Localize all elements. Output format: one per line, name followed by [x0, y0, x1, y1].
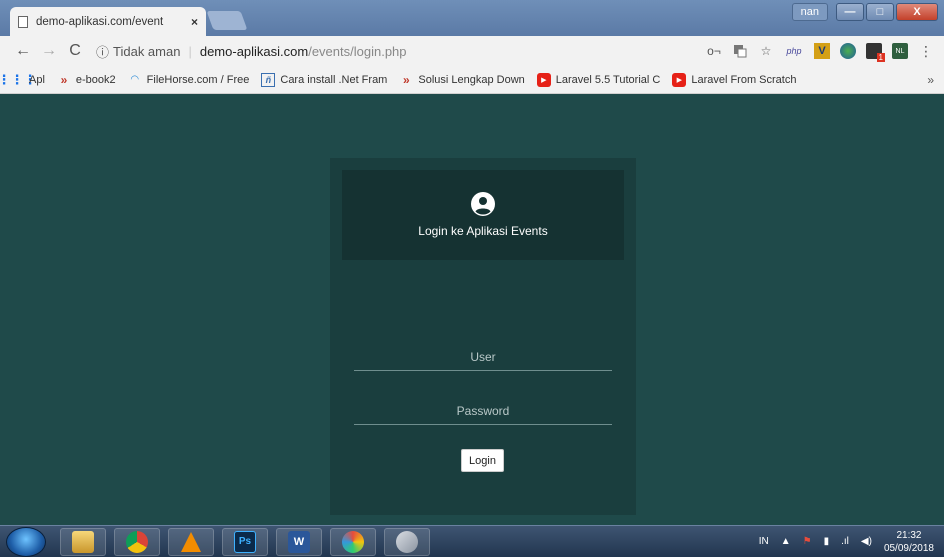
nl-icon[interactable]: NL	[892, 43, 908, 59]
user-input[interactable]	[354, 343, 612, 371]
chrome-icon	[126, 530, 148, 553]
explorer-icon	[72, 530, 94, 553]
reload-button[interactable]: C	[62, 42, 88, 60]
filehorse-icon: ◠	[130, 74, 139, 85]
taskbar-vlc[interactable]	[168, 527, 214, 556]
youtube-icon: ▶	[536, 72, 551, 87]
extension-badge: 1	[876, 53, 885, 62]
clock-time: 21:32	[896, 529, 922, 541]
security-label: Tidak aman	[113, 43, 181, 59]
system-tray: IN ▲ ⚑ ▮ .ıl ◀) 21:32 05/09/2018	[759, 529, 944, 555]
password-input[interactable]	[354, 397, 612, 425]
bookmark-label: FileHorse.com / Free	[146, 73, 250, 86]
youtube-icon: ▶	[672, 72, 687, 87]
tab-title: demo-aplikasi.com/event	[36, 15, 164, 28]
translate-icon[interactable]	[732, 43, 748, 59]
bookmark-net-framework[interactable]: ñ Cara install .Net Fram	[261, 72, 388, 87]
php-icon[interactable]: php	[784, 43, 804, 59]
paint-icon	[342, 530, 364, 553]
forward-button[interactable]: →	[36, 42, 62, 60]
bookmarks-bar: ⋮⋮⋮ Apl » e-book2 ◠ FileHorse.com / Free ñC…	[0, 66, 944, 94]
chevron-icon: »	[60, 72, 68, 87]
user-circle-icon	[471, 192, 495, 216]
box-icon: ñ	[261, 72, 276, 87]
page-content: Login ke Aplikasi Events Login	[0, 95, 944, 525]
taskbar-word[interactable]: W	[276, 527, 322, 556]
maximize-button[interactable]: □	[866, 3, 894, 21]
login-card-header: Login ke Aplikasi Events	[342, 170, 624, 260]
v-extension-icon[interactable]: V	[814, 43, 830, 59]
url-path: /events/login.php	[308, 43, 407, 59]
tab-close-button[interactable]: ×	[191, 15, 198, 29]
clock-date: 05/09/2018	[883, 542, 934, 554]
taskbar-paint[interactable]	[330, 527, 376, 556]
bookmark-label: Laravel 5.5 Tutorial C	[555, 73, 661, 86]
login-button[interactable]: Login	[461, 449, 504, 472]
bookmark-laravel-tutorial[interactable]: ▶ Laravel 5.5 Tutorial C	[536, 72, 661, 87]
toolbar-icons: o¬ ☆ php V 1 NL ⋮	[706, 43, 934, 62]
browser-titlebar: demo-aplikasi.com/event × nan — □ X	[0, 0, 944, 36]
window-controls: nan — □ X	[791, 3, 938, 21]
apps-grid-icon: ⋮⋮⋮	[0, 71, 37, 87]
action-center-icon[interactable]: ⚑	[803, 536, 812, 547]
bookmark-laravel-scratch[interactable]: ▶ Laravel From Scratch	[672, 72, 797, 87]
taskbar-chrome[interactable]	[114, 527, 160, 556]
taskbar-snipping-tool[interactable]	[384, 527, 430, 556]
photoshop-icon: Ps	[234, 530, 256, 553]
info-icon[interactable]: ⓘ	[96, 42, 109, 61]
browser-tab[interactable]: demo-aplikasi.com/event ×	[10, 7, 206, 36]
taskbar-apps: Ps W	[60, 527, 430, 556]
bookmark-label: Apl	[29, 73, 45, 86]
menu-icon[interactable]: ⋮	[918, 43, 934, 59]
bookmark-label: Laravel From Scratch	[691, 73, 797, 86]
battery-icon[interactable]: ▮	[824, 536, 830, 547]
document-icon	[18, 15, 28, 28]
star-icon[interactable]: ☆	[758, 43, 774, 59]
url-host: demo-aplikasi.com	[199, 43, 309, 59]
address-separator: |	[188, 43, 192, 59]
bookmarks-more-button[interactable]: »	[927, 73, 934, 87]
extension-icon[interactable]: 1	[866, 43, 885, 62]
word-icon: W	[288, 530, 310, 553]
profile-button[interactable]: nan	[791, 3, 828, 21]
new-tab-button[interactable]	[206, 11, 248, 30]
bookmark-label: e-book2	[75, 73, 116, 86]
back-button[interactable]: ←	[10, 42, 36, 60]
bookmark-filehorse[interactable]: ◠ FileHorse.com / Free	[128, 73, 250, 87]
volume-icon[interactable]: ◀)	[861, 536, 872, 547]
signal-icon[interactable]: .ıl	[841, 536, 849, 547]
vlc-icon	[181, 531, 201, 552]
close-window-button[interactable]: X	[896, 3, 938, 21]
minimize-button[interactable]: —	[836, 3, 864, 21]
show-hidden-icons-icon[interactable]: ▲	[781, 536, 791, 547]
globe-icon[interactable]	[840, 43, 856, 59]
start-button[interactable]	[6, 526, 46, 557]
bookmark-ebook2[interactable]: » e-book2	[57, 73, 116, 87]
bookmark-label: Solusi Lengkap Down	[418, 73, 525, 86]
browser-toolbar: ← → C ⓘ Tidak aman | demo-aplikasi.com/e…	[0, 36, 944, 66]
bookmark-solusi[interactable]: » Solusi Lengkap Down	[399, 72, 525, 87]
taskbar-photoshop[interactable]: Ps	[222, 527, 268, 556]
language-indicator[interactable]: IN	[759, 536, 769, 547]
address-bar[interactable]: ⓘ Tidak aman | demo-aplikasi.com/events/…	[88, 39, 706, 63]
clock[interactable]: 21:32 05/09/2018	[884, 529, 934, 555]
login-card: Login ke Aplikasi Events Login	[330, 158, 636, 515]
windows-taskbar: Ps W IN ▲ ⚑ ▮ .ıl ◀) 21:32 05/09/2018	[0, 525, 944, 557]
bookmark-label: Cara install .Net Fram	[280, 73, 388, 86]
snipping-tool-icon	[396, 530, 418, 553]
login-title: Login ke Aplikasi Events	[418, 224, 548, 238]
chevron-icon: »	[403, 72, 410, 87]
key-icon[interactable]: o¬	[706, 43, 722, 59]
bookmark-apps[interactable]: ⋮⋮⋮ Apl	[0, 71, 45, 87]
taskbar-explorer[interactable]	[60, 527, 106, 556]
